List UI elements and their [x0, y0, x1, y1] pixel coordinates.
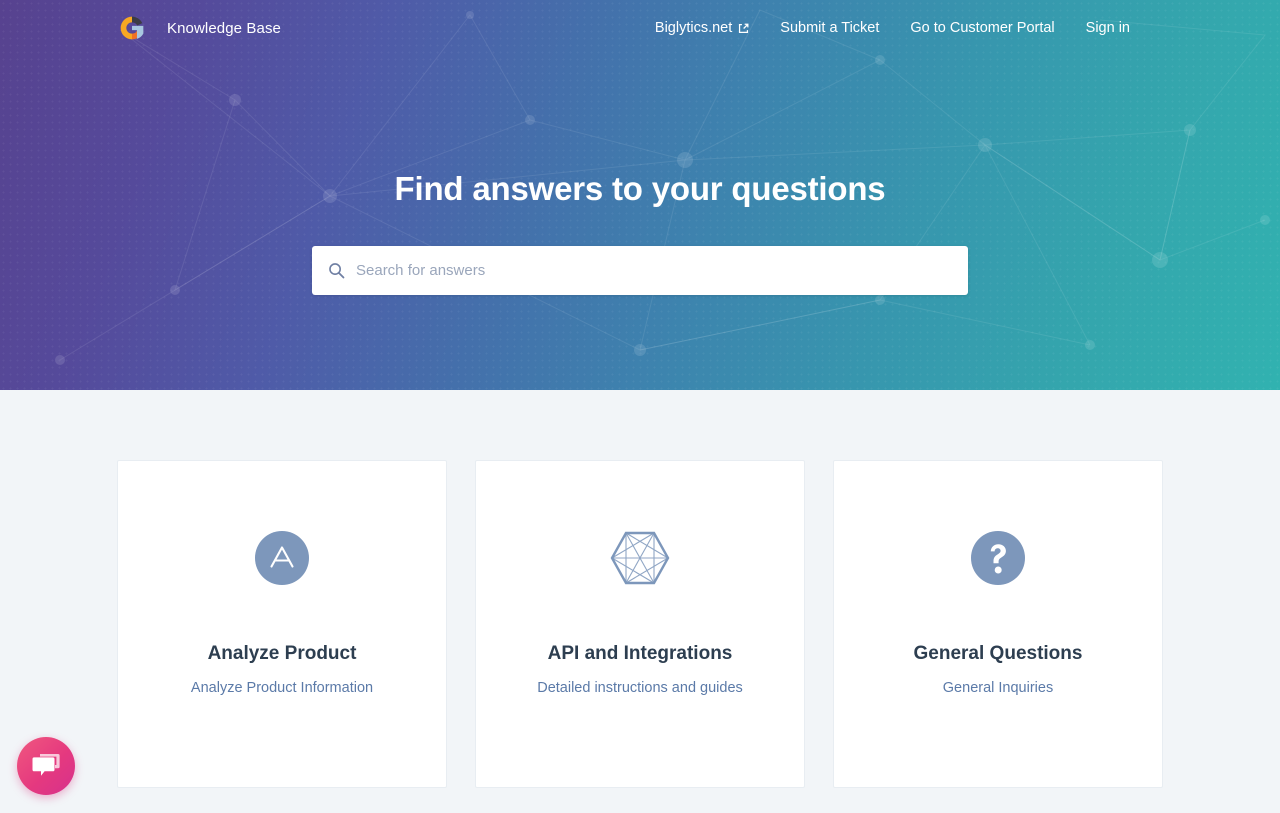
nav-link-customer-portal[interactable]: Go to Customer Portal: [910, 20, 1054, 36]
category-card-general-questions[interactable]: General Questions General Inquiries: [833, 460, 1163, 788]
google-g-logo-icon: [120, 16, 144, 40]
category-card-subtitle: Analyze Product Information: [190, 680, 374, 696]
search-input[interactable]: [356, 262, 952, 279]
external-link-icon: [739, 23, 749, 33]
brand-link[interactable]: Knowledge Base: [115, 11, 281, 45]
category-card-title: API and Integrations: [547, 643, 733, 664]
nav-link-biglytics-label: Biglytics.net: [654, 20, 733, 36]
nav-link-biglytics[interactable]: Biglytics.net: [655, 20, 749, 36]
chat-widget-button[interactable]: [17, 737, 75, 795]
nav-links: Biglytics.net Submit a Ticket Go to Cust…: [655, 20, 1130, 36]
category-card-title: Analyze Product: [207, 643, 357, 664]
nav-link-customer-portal-label: Go to Customer Portal: [910, 20, 1055, 36]
nav-link-sign-in[interactable]: Sign in: [1086, 20, 1130, 36]
letter-a-circle-icon: [254, 529, 310, 587]
chat-bubbles-icon: [32, 754, 60, 776]
hexagon-network-icon: [610, 529, 670, 587]
category-card-subtitle: Detailed instructions and guides: [537, 680, 743, 696]
nav-link-submit-ticket-label: Submit a Ticket: [780, 20, 880, 36]
top-navigation-bar: Knowledge Base Biglytics.net Submit a Ti…: [0, 0, 1280, 56]
category-card-api-integrations[interactable]: API and Integrations Detailed instructio…: [475, 460, 805, 788]
question-mark-circle-icon: [970, 529, 1026, 587]
hero-content: Find answers to your questions: [0, 170, 1280, 295]
search-icon: [329, 263, 345, 279]
category-card-analyze-product[interactable]: Analyze Product Analyze Product Informat…: [117, 460, 447, 788]
hero-banner: Knowledge Base Biglytics.net Submit a Ti…: [0, 0, 1280, 390]
category-card-subtitle: General Inquiries: [942, 680, 1054, 696]
nav-link-sign-in-label: Sign in: [1085, 20, 1130, 36]
page-title: Find answers to your questions: [394, 170, 886, 207]
category-card-grid: Analyze Product Analyze Product Informat…: [0, 390, 1280, 788]
nav-link-submit-ticket[interactable]: Submit a Ticket: [780, 20, 879, 36]
category-card-title: General Questions: [913, 643, 1083, 664]
brand-title: Knowledge Base: [167, 19, 281, 37]
search-bar[interactable]: [312, 246, 968, 295]
